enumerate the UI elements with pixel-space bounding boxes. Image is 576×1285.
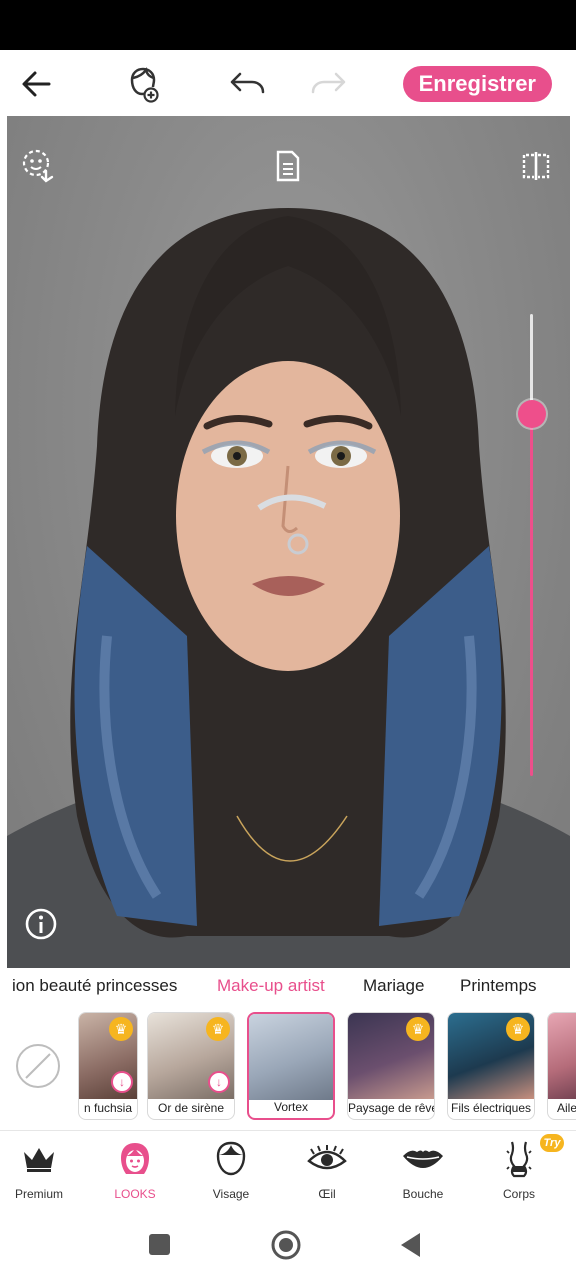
home-dot: [279, 1238, 293, 1252]
tab-label: LOOKS: [114, 1187, 156, 1201]
tab-oeil[interactable]: Œil: [279, 1139, 375, 1201]
tab-bouche[interactable]: Bouche: [375, 1139, 471, 1201]
tab-label: Visage: [212, 1187, 250, 1201]
category-tab-princesses[interactable]: ion beauté princesses: [12, 976, 177, 996]
look-item[interactable]: ♛ ↓ n fuchsia: [78, 1012, 138, 1120]
save-button[interactable]: Enregistrer: [402, 66, 552, 102]
category-tab-makeup-artist[interactable]: Make-up artist: [217, 976, 325, 996]
redo-icon[interactable]: [306, 62, 350, 106]
bottom-tab-bar: Premium LOOKS Visage Œil Bouche Corps: [0, 1130, 576, 1208]
portrait-image: [7, 208, 570, 968]
crown-icon: ♛: [406, 1017, 430, 1041]
look-label: Paysage de rêve: [348, 1101, 434, 1115]
face-touch-icon[interactable]: [19, 146, 59, 186]
look-item-selected[interactable]: Vortex: [247, 1012, 335, 1120]
system-nav-bar: [0, 1208, 576, 1280]
try-badge: Try: [540, 1134, 564, 1152]
photo-preview[interactable]: [7, 116, 570, 968]
face-outline-icon: [183, 1139, 279, 1179]
triangle-back-icon[interactable]: [401, 1233, 420, 1257]
tab-label: Premium: [14, 1187, 63, 1201]
crown-icon: [0, 1139, 87, 1179]
look-item[interactable]: ♛ Paysage de rêve: [347, 1012, 435, 1120]
looks-carousel: ♛ ↓ n fuchsia ♛ ↓ Or de sirène Vortex ♛ …: [0, 1008, 576, 1126]
look-label: Or de sirène: [157, 1101, 225, 1115]
look-item[interactable]: Aile: [547, 1012, 576, 1120]
document-icon[interactable]: [268, 146, 308, 186]
intensity-slider-fill: [530, 412, 533, 776]
eye-icon: [279, 1139, 375, 1179]
download-icon[interactable]: ↓: [111, 1071, 133, 1093]
tab-label: Bouche: [402, 1187, 444, 1201]
no-look-button[interactable]: [16, 1044, 60, 1088]
tab-label: Corps: [502, 1187, 535, 1201]
tab-visage[interactable]: Visage: [183, 1139, 279, 1201]
face-add-icon[interactable]: [120, 62, 164, 106]
look-thumbnail: [548, 1013, 576, 1099]
look-thumbnail: [249, 1014, 333, 1100]
none-icon: [25, 1053, 51, 1079]
tab-looks[interactable]: LOOKS: [87, 1139, 183, 1201]
category-tab-mariage[interactable]: Mariage: [363, 976, 424, 996]
intensity-slider-thumb[interactable]: [518, 400, 546, 428]
crown-icon: ♛: [506, 1017, 530, 1041]
download-icon[interactable]: ↓: [208, 1071, 230, 1093]
look-label: n fuchsia: [83, 1101, 133, 1115]
lips-icon: [375, 1139, 471, 1179]
crown-icon: ♛: [109, 1017, 133, 1041]
category-tabs: ion beauté princesses Make-up artist Mar…: [0, 968, 576, 1008]
compare-split-icon[interactable]: [516, 146, 556, 186]
status-bar: [0, 0, 576, 50]
look-item[interactable]: ♛ Fils électriques: [447, 1012, 535, 1120]
girl-face-icon: [87, 1139, 183, 1179]
tab-label: Œil: [318, 1187, 336, 1201]
intensity-slider-track[interactable]: [530, 314, 533, 412]
category-tab-printemps[interactable]: Printemps: [460, 976, 537, 996]
look-label: Fils électriques: [450, 1101, 532, 1115]
info-icon[interactable]: [21, 904, 61, 944]
arrow-left-icon[interactable]: [14, 62, 58, 106]
top-toolbar: Enregistrer: [0, 50, 576, 116]
look-label: Aile: [557, 1101, 576, 1115]
look-item[interactable]: ♛ ↓ Or de sirène: [147, 1012, 235, 1120]
undo-icon[interactable]: [226, 62, 270, 106]
look-label: Vortex: [273, 1100, 309, 1114]
square-icon[interactable]: [149, 1234, 170, 1255]
tab-premium[interactable]: Premium: [0, 1139, 87, 1201]
crown-icon: ♛: [206, 1017, 230, 1041]
